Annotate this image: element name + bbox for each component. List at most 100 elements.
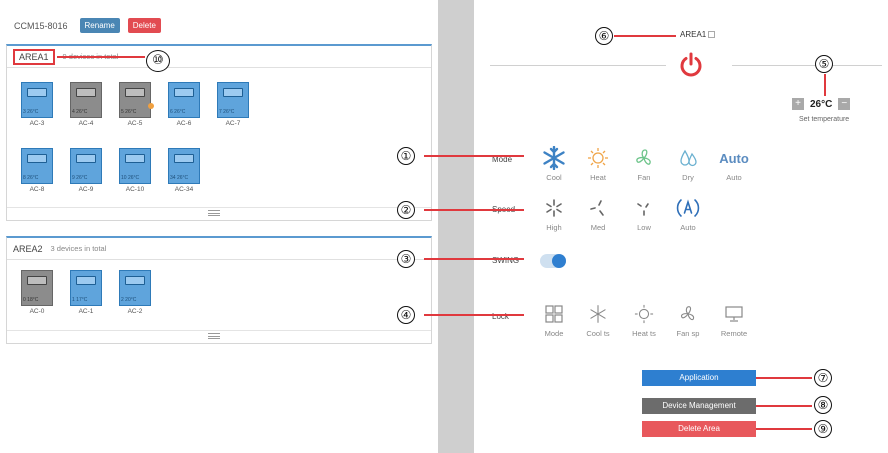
mode-option-auto[interactable]: Auto Auto [714, 146, 754, 183]
callout-3: ③ [397, 250, 415, 268]
device-tile[interactable]: 4 26°C AC-4 [70, 82, 102, 127]
temperature-decrease-button[interactable]: + [792, 98, 804, 110]
callout-6: ⑥ [595, 27, 613, 45]
device-management-button[interactable]: Device Management [642, 398, 756, 414]
device-icon: 7 26°C [217, 82, 249, 118]
speed-option-low[interactable]: Low [624, 196, 664, 232]
device-tile[interactable]: 3 26°C AC-3 [21, 82, 53, 127]
swing-toggle[interactable] [540, 254, 566, 268]
speed-option-auto[interactable]: Auto [668, 196, 708, 232]
callout-5: ⑤ [815, 55, 833, 73]
mode-option-cool[interactable]: Cool [534, 146, 574, 182]
callout-line [424, 314, 524, 316]
callout-line [756, 428, 812, 430]
auto-mode-icon: Auto [719, 150, 749, 166]
device-label: AC-5 [127, 120, 143, 127]
speed-option-label: Auto [680, 223, 696, 232]
device-label: AC-34 [174, 186, 194, 193]
warning-icon [148, 103, 154, 109]
area-card-area2[interactable]: AREA2 3 devices in total 0 18°C AC-0 1 1… [6, 236, 432, 344]
edit-icon[interactable] [708, 31, 716, 38]
lock-option-mode[interactable]: Mode [534, 302, 574, 338]
device-status: 4 26°C [72, 109, 88, 115]
device-status: 8 26°C [23, 175, 39, 181]
device-tile[interactable]: 2 20°C AC-2 [119, 270, 151, 315]
device-tile[interactable]: 8 26°C AC-8 [21, 148, 53, 193]
device-status: 1 17°C [72, 297, 88, 303]
device-label: AC-3 [29, 120, 45, 127]
sun-icon [634, 304, 654, 324]
speed-option-label: Med [590, 223, 606, 232]
device-icon: 5 26°C [119, 82, 154, 118]
device-label: AC-10 [125, 186, 145, 193]
device-icon: 8 26°C [21, 148, 53, 184]
lock-option-cool-ts[interactable]: Cool ts [578, 302, 618, 338]
droplet-icon [680, 149, 697, 167]
panel-separator [438, 0, 474, 453]
device-count: 3 devices in total [50, 244, 107, 253]
temperature-increase-button[interactable]: − [838, 98, 851, 110]
area-card-area1[interactable]: AREA1 9 devices in total 3 26°C AC-3 4 2… [6, 44, 432, 221]
device-status: 9 26°C [72, 175, 88, 181]
device-tile[interactable]: 9 26°C AC-9 [70, 148, 102, 193]
lock-option-remote[interactable]: Remote [714, 302, 754, 338]
divider [490, 65, 666, 66]
mode-option-fan[interactable]: Fan [624, 146, 664, 182]
monitor-icon [725, 306, 743, 322]
device-tile[interactable]: 1 17°C AC-1 [70, 270, 102, 315]
device-tile[interactable]: 7 26°C AC-7 [217, 82, 249, 127]
device-icon: 4 26°C [70, 82, 102, 118]
lock-option-heat-ts[interactable]: Heat ts [624, 302, 664, 338]
area-name[interactable]: AREA1 [13, 48, 55, 65]
callout-1: ① [397, 147, 415, 165]
callout-line [57, 56, 145, 58]
device-label: AC-7 [225, 120, 241, 127]
divider [732, 65, 882, 66]
area-list-panel: CCM15-8016 Rename Delete AREA1 9 devices… [0, 0, 438, 453]
mode-option-label: Dry [682, 173, 694, 182]
callout-line [756, 405, 812, 407]
device-status: 3 26°C [23, 109, 39, 115]
device-label: AC-4 [78, 120, 94, 127]
device-tile[interactable]: 5 26°C AC-5 [119, 82, 154, 127]
callout-line [424, 258, 524, 260]
fan-auto-icon [676, 199, 700, 217]
device-label: AC-0 [29, 308, 45, 315]
mode-option-label: Heat [590, 173, 606, 182]
delete-area-button[interactable]: Delete Area [642, 421, 756, 437]
power-icon[interactable] [678, 52, 704, 78]
lock-option-label: Remote [720, 329, 748, 338]
speed-option-med[interactable]: Med [578, 196, 618, 232]
application-button[interactable]: Application [642, 370, 756, 386]
menu-icon [208, 210, 220, 216]
device-tile[interactable]: 0 18°C AC-0 [21, 270, 53, 315]
mode-option-label: Fan [637, 173, 651, 182]
rename-button[interactable]: Rename [79, 18, 120, 33]
mode-option-dry[interactable]: Dry [668, 146, 708, 182]
device-tile[interactable]: 6 26°C AC-6 [168, 82, 200, 127]
lock-option-label: Heat ts [632, 329, 656, 338]
collapse-handle[interactable] [7, 207, 431, 219]
area-title-text: AREA1 [680, 30, 707, 39]
collapse-handle[interactable] [7, 330, 431, 342]
device-icon: 9 26°C [70, 148, 102, 184]
lock-option-label: Cool ts [586, 329, 610, 338]
set-temperature-label: Set temperature [799, 116, 850, 123]
mode-option-heat[interactable]: Heat [578, 146, 618, 182]
delete-button[interactable]: Delete [127, 18, 161, 33]
fan-low-icon [637, 203, 649, 216]
area-name[interactable]: AREA2 [13, 244, 43, 254]
device-status: 7 26°C [219, 109, 235, 115]
device-tile[interactable]: 34 26°C AC-34 [168, 148, 200, 193]
callout-line [424, 155, 524, 157]
snowflake-icon [543, 146, 565, 170]
lock-option-fan-sp[interactable]: Fan sp [668, 302, 708, 338]
device-tile[interactable]: 10 26°C AC-10 [119, 148, 151, 193]
lock-option-label: Mode [544, 329, 564, 338]
area-control-panel: AREA1 + 26°C − Set temperature Mode Cool… [397, 0, 888, 453]
device-status: 34 26°C [170, 175, 189, 181]
callout-7: ⑦ [814, 369, 832, 387]
device-icon: 1 17°C [70, 270, 102, 306]
speed-option-high[interactable]: High [534, 196, 574, 232]
device-icon: 3 26°C [21, 82, 53, 118]
